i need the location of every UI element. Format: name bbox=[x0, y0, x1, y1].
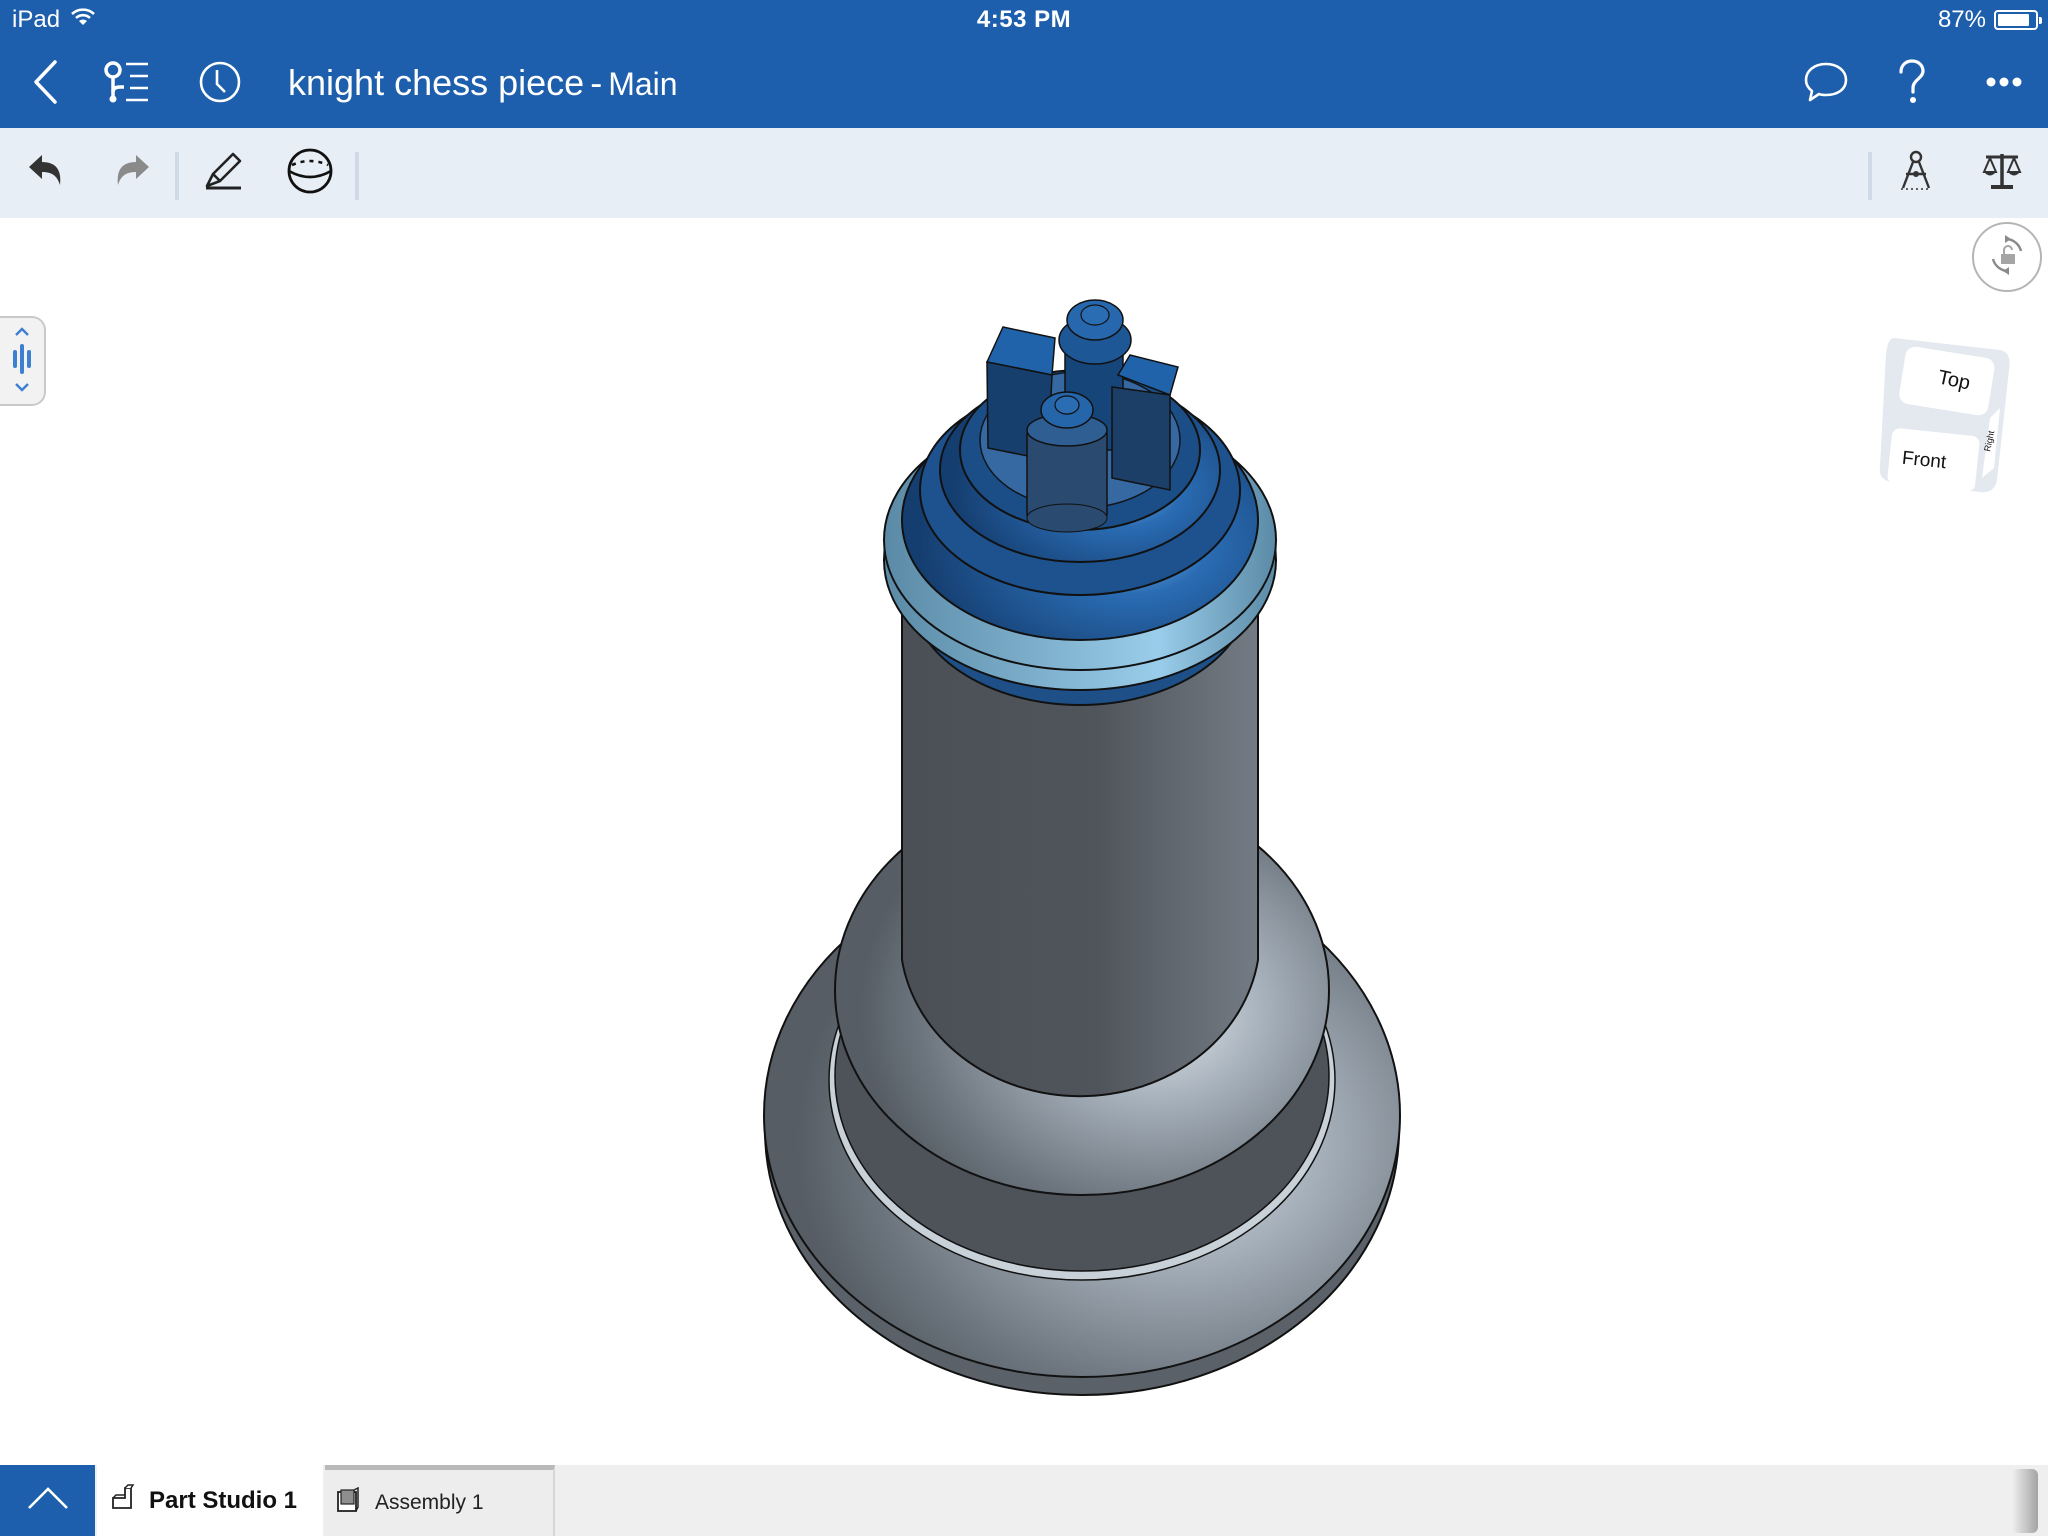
chess-piece-model[interactable] bbox=[0, 218, 2048, 1464]
feature-list-icon bbox=[102, 60, 150, 109]
front-knob-top bbox=[1054, 395, 1080, 415]
title-separator: - bbox=[590, 62, 603, 103]
redo-button[interactable] bbox=[104, 145, 160, 201]
document-title[interactable]: knight chess piece - Main bbox=[288, 62, 678, 104]
tab-label: Assembly 1 bbox=[375, 1491, 484, 1514]
ellipsis-icon bbox=[1986, 75, 2022, 93]
balance-scale-icon bbox=[1982, 151, 2022, 196]
view-options-button[interactable] bbox=[282, 145, 338, 201]
history-button[interactable] bbox=[192, 56, 248, 112]
status-bar: iPad 4:53 PM 87% bbox=[0, 0, 2048, 42]
chevron-up-icon bbox=[26, 1485, 70, 1516]
battery-icon bbox=[1994, 10, 2042, 30]
redo-icon bbox=[113, 153, 151, 194]
assembly-icon bbox=[335, 1486, 361, 1519]
toolbar bbox=[0, 128, 2048, 218]
feature-tree-button[interactable] bbox=[98, 56, 154, 112]
branch-name: Main bbox=[608, 66, 678, 102]
help-button[interactable] bbox=[1884, 56, 1940, 112]
front-post-base bbox=[1026, 503, 1108, 533]
question-mark-icon bbox=[1896, 58, 1928, 111]
rotation-unlock-icon bbox=[1985, 233, 2029, 282]
undo-icon bbox=[27, 153, 65, 194]
graphics-viewport[interactable]: Top Front Right bbox=[0, 218, 2048, 1464]
toolbar-divider bbox=[1868, 152, 1872, 200]
compass-measure-icon bbox=[1899, 150, 1933, 197]
more-options-button[interactable] bbox=[1976, 56, 2032, 112]
tab-bar: Part Studio 1 Assembly 1 bbox=[0, 1465, 2048, 1536]
undo-button[interactable] bbox=[18, 145, 74, 201]
configuration-panel-handle[interactable] bbox=[0, 316, 46, 406]
measure-button[interactable] bbox=[1888, 145, 1944, 201]
toolbar-divider bbox=[175, 152, 179, 200]
status-right: 87% bbox=[1937, 6, 2042, 34]
sphere-section-icon bbox=[286, 147, 334, 200]
tab-assembly-1[interactable]: Assembly 1 bbox=[325, 1465, 555, 1536]
comments-button[interactable] bbox=[1798, 56, 1854, 112]
battery-percent: 87% bbox=[1937, 6, 1986, 33]
speech-bubble-icon bbox=[1802, 60, 1850, 109]
configuration-panel-icon bbox=[0, 327, 44, 408]
tab-manager-toggle[interactable] bbox=[0, 1465, 95, 1536]
document-header: knight chess piece - Main bbox=[0, 42, 2048, 128]
document-name: knight chess piece bbox=[288, 62, 585, 103]
back-knob-top bbox=[1080, 304, 1110, 326]
pencil-icon bbox=[203, 150, 245, 197]
tab-label: Part Studio 1 bbox=[149, 1486, 298, 1514]
right-block bbox=[1111, 386, 1171, 491]
chevron-left-icon bbox=[31, 59, 61, 110]
mass-properties-button[interactable] bbox=[1974, 145, 2030, 201]
back-button[interactable] bbox=[18, 56, 74, 112]
view-cube[interactable]: Top Front Right bbox=[1872, 330, 2022, 500]
status-time: 4:53 PM bbox=[976, 6, 1072, 33]
tab-scroll-indicator bbox=[2012, 1469, 2038, 1533]
clock-icon bbox=[198, 60, 242, 109]
toolbar-divider bbox=[355, 152, 359, 200]
sketch-button[interactable] bbox=[196, 145, 252, 201]
battery-level-fill bbox=[1998, 14, 2029, 26]
part-studio-icon bbox=[109, 1484, 135, 1517]
tab-part-studio-1[interactable]: Part Studio 1 bbox=[97, 1465, 323, 1536]
rotation-lock-button[interactable] bbox=[1972, 222, 2042, 292]
